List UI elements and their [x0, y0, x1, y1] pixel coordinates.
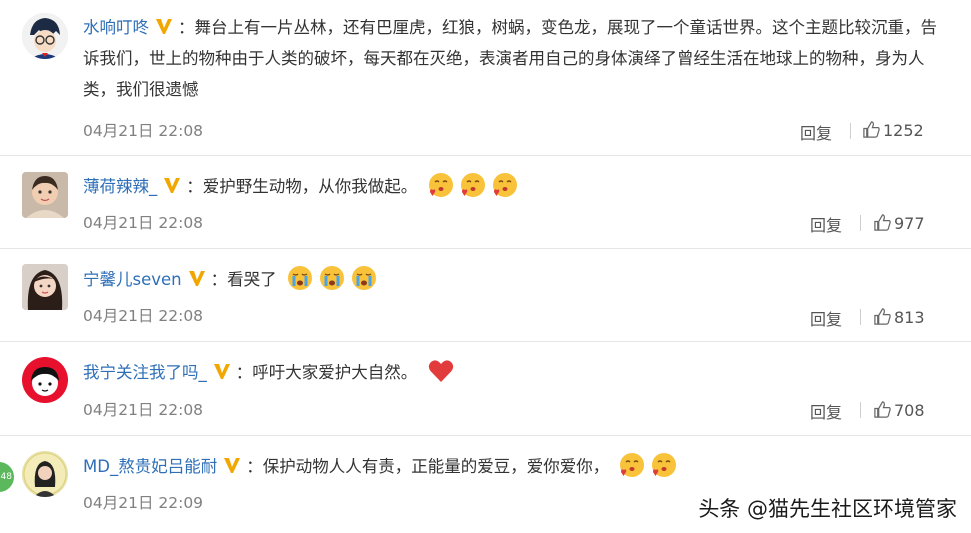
verified-v-badge-icon — [188, 271, 205, 286]
like-button[interactable]: 708 — [873, 400, 925, 420]
source-watermark: 头条 @猫先生社区环境管家 — [698, 497, 957, 521]
thumbs-up-icon — [874, 308, 891, 325]
comment-text: ：保护动物人人有责，正能量的爱豆，爱你爱你， — [246, 457, 610, 476]
comment-content: 水响叮咚 ：舞台上有一片丛林，还有巴厘虎，红狼，树蜗，变色龙，展现了一个童话世界。… — [83, 12, 943, 105]
comment-text: ：舞台上有一片丛林，还有巴厘虎，红狼，树蜗，变色龙，展现了一个童话世界。这个主题… — [83, 18, 937, 99]
kiss-emoji-icon — [492, 173, 517, 197]
kiss-emoji-icon — [652, 453, 677, 477]
comment-item: 宁馨儿seven ：看哭了 04月21日 22:08 回复 813 — [0, 248, 971, 342]
reply-button[interactable]: 回复 — [800, 120, 832, 144]
avatar[interactable] — [22, 13, 68, 59]
like-count: 813 — [894, 308, 925, 327]
comment-content: 薄荷辣辣_ ：爱护野生动物，从你我做起。 — [83, 171, 943, 202]
like-count: 1252 — [883, 121, 924, 140]
like-button[interactable]: 813 — [873, 307, 925, 327]
username[interactable]: 宁馨儿seven — [83, 270, 182, 289]
crying-emoji-icon — [287, 266, 312, 290]
comment-content: 宁馨儿seven ：看哭了 — [83, 264, 943, 295]
username[interactable]: MD_熬贵妃吕能耐 — [83, 457, 217, 476]
thumbs-up-icon — [874, 214, 891, 231]
verified-v-badge-icon — [156, 19, 172, 34]
avatar[interactable] — [22, 172, 68, 218]
comment-text: ：爱护野生动物，从你我做起。 — [186, 177, 418, 196]
comment-item: 我宁关注我了吗_ ：呼吁大家爱护大自然。 04月21日 22:08 回复 708 — [0, 341, 971, 436]
like-count: 708 — [894, 401, 925, 420]
like-count: 977 — [894, 214, 925, 233]
divider — [860, 309, 861, 325]
comment-time: 04月21日 22:09 — [83, 494, 204, 512]
comment-time: 04月21日 22:08 — [83, 401, 204, 419]
red-heart-icon — [428, 360, 453, 382]
divider — [850, 123, 851, 139]
username[interactable]: 我宁关注我了吗_ — [83, 363, 207, 382]
comment-text: ：呼吁大家爱护大自然。 — [235, 363, 418, 382]
reply-button[interactable]: 回复 — [810, 212, 842, 236]
comment-time: 04月21日 22:08 — [83, 307, 204, 325]
comment-content: MD_熬贵妃吕能耐 ：保护动物人人有责，正能量的爱豆，爱你爱你， — [83, 451, 943, 482]
username[interactable]: 水响叮咚 — [83, 18, 149, 37]
comment-item: 薄荷辣辣_ ：爱护野生动物，从你我做起。 04月21日 22:08 回复 977 — [0, 155, 971, 249]
kiss-emoji-icon — [620, 453, 645, 477]
divider — [860, 215, 861, 231]
avatar[interactable] — [22, 357, 68, 403]
comment-content: 我宁关注我了吗_ ：呼吁大家爱护大自然。 — [83, 357, 943, 388]
comment-time: 04月21日 22:08 — [83, 122, 204, 140]
like-button[interactable]: 1252 — [862, 120, 924, 140]
reply-button[interactable]: 回复 — [810, 306, 842, 330]
verified-v-badge-icon — [213, 364, 230, 379]
comment-time: 04月21日 22:08 — [83, 214, 204, 232]
crying-emoji-icon — [319, 266, 344, 290]
like-button[interactable]: 977 — [873, 213, 925, 233]
username[interactable]: 薄荷辣辣_ — [83, 177, 157, 196]
thumbs-up-icon — [863, 121, 880, 138]
avatar[interactable] — [22, 264, 68, 310]
avatar[interactable] — [22, 451, 68, 497]
kiss-emoji-icon — [428, 173, 453, 197]
comment-item: 水响叮咚 ：舞台上有一片丛林，还有巴厘虎，红狼，树蜗，变色龙，展现了一个童话世界。… — [0, 0, 971, 156]
crying-emoji-icon — [351, 266, 376, 290]
verified-v-badge-icon — [224, 458, 241, 473]
comment-text: ：看哭了 — [210, 270, 277, 289]
reply-button[interactable]: 回复 — [810, 399, 842, 423]
divider — [860, 402, 861, 418]
thumbs-up-icon — [874, 401, 891, 418]
kiss-emoji-icon — [460, 173, 485, 197]
verified-v-badge-icon — [164, 178, 181, 193]
